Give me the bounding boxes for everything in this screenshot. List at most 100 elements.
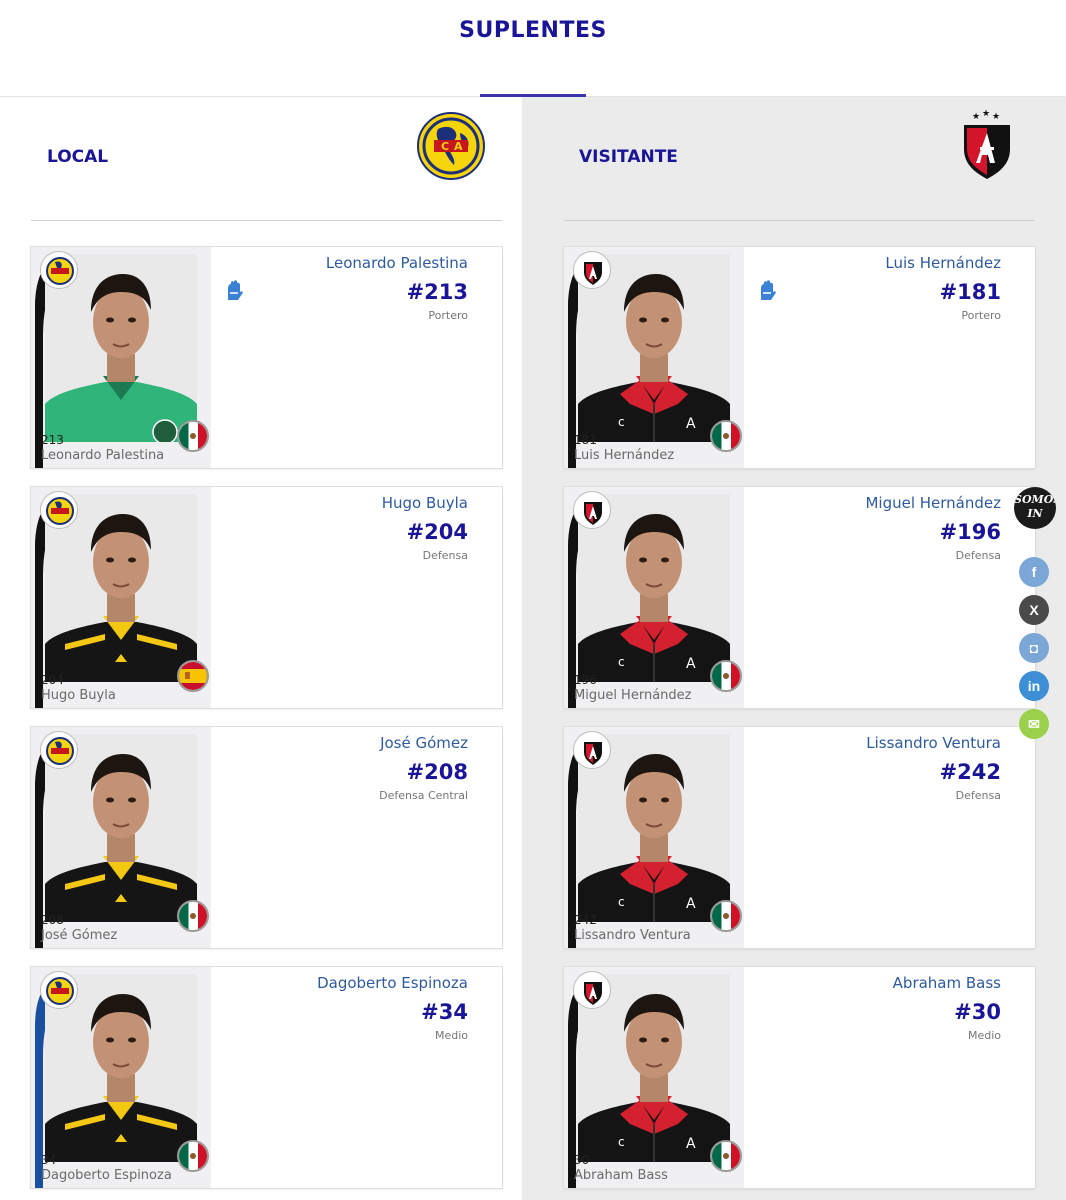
- mexico-flag-icon: [710, 660, 742, 692]
- svg-text:c: c: [618, 1135, 625, 1149]
- player-number: #242: [939, 760, 1001, 784]
- somos-in-logo[interactable]: SOMOSIN: [1014, 487, 1056, 529]
- svg-text:★: ★: [982, 109, 990, 119]
- sticker-number: 213: [41, 433, 64, 447]
- sticker-number: 204: [41, 673, 64, 687]
- local-divider: [31, 220, 502, 221]
- spain-flag-icon: [177, 660, 209, 692]
- player-info: Luis Hernández #181 Portero: [885, 253, 1001, 324]
- player-sticker: c A 242 Lissandro Ventura: [564, 727, 744, 948]
- player-card[interactable]: c A 242 Lissandro Ventura Lissandro Ventura #…: [564, 727, 1035, 948]
- player-card[interactable]: c A 181 Luis Hernández Luis Hernández #181 Por…: [564, 247, 1035, 468]
- player-position: Defensa: [955, 549, 1001, 562]
- player-name[interactable]: Dagoberto Espinoza: [317, 973, 468, 993]
- club-america-logo: C A: [416, 111, 486, 181]
- player-card[interactable]: 34 Dagoberto Espinoza Dagoberto Espinoza #3…: [31, 967, 502, 1188]
- player-number: #181: [939, 280, 1001, 304]
- atlas-badge-icon: [573, 971, 611, 1009]
- instagram-icon[interactable]: ◘: [1019, 633, 1049, 663]
- player-sticker: 204 Hugo Buyla: [31, 487, 211, 708]
- svg-text:A: A: [686, 416, 696, 432]
- player-info: Leonardo Palestina #213 Portero: [326, 253, 468, 324]
- player-info: Dagoberto Espinoza #34 Medio: [317, 973, 468, 1044]
- player-info: Abraham Bass #30 Medio: [893, 973, 1001, 1044]
- player-position: Medio: [434, 1029, 468, 1042]
- sticker-name: Miguel Hernández: [574, 688, 692, 703]
- player-info: Miguel Hernández #196 Defensa: [865, 493, 1001, 564]
- local-label: LOCAL: [47, 147, 109, 167]
- mexico-flag-icon: [177, 420, 209, 452]
- club-america-badge-icon: [40, 251, 78, 289]
- player-position: Medio: [967, 1029, 1001, 1042]
- player-name[interactable]: José Gómez: [379, 733, 468, 753]
- mexico-flag-icon: [710, 420, 742, 452]
- sticker-name: Leonardo Palestina: [41, 448, 165, 463]
- svg-text:A: A: [686, 896, 696, 912]
- player-name[interactable]: Lissandro Ventura: [866, 733, 1001, 753]
- somos-in-text-2: IN: [1027, 507, 1043, 520]
- svg-text:★: ★: [992, 112, 1000, 122]
- linkedin-icon[interactable]: in: [1019, 671, 1049, 701]
- visitante-column: VISITANTE ★ ★ ★ c A 181 Luis Hernández Luis …: [522, 97, 1066, 1200]
- email-icon[interactable]: ✉: [1019, 709, 1049, 739]
- player-sticker: 34 Dagoberto Espinoza: [31, 967, 211, 1188]
- atlas-badge-icon: [573, 491, 611, 529]
- sticker-name: Hugo Buyla: [41, 688, 116, 703]
- player-card[interactable]: 213 Leonardo Palestina Leonardo Palestina #…: [31, 247, 502, 468]
- mexico-flag-icon: [710, 1140, 742, 1172]
- glove-icon: [224, 280, 244, 302]
- local-column: LOCAL C A 213 Leonardo Palestina Leonardo …: [0, 97, 522, 1200]
- section-title: SUPLENTES: [459, 18, 607, 43]
- player-name[interactable]: Leonardo Palestina: [326, 253, 468, 273]
- x-icon[interactable]: X: [1019, 595, 1049, 625]
- player-number: #213: [406, 280, 468, 304]
- player-name[interactable]: Hugo Buyla: [382, 493, 468, 513]
- player-card[interactable]: c A 196 Miguel Hernández Miguel Hernández #19…: [564, 487, 1035, 708]
- club-america-badge-icon: [40, 971, 78, 1009]
- player-position: Portero: [961, 309, 1001, 322]
- visitante-header: VISITANTE ★ ★ ★: [522, 97, 1066, 221]
- player-position: Defensa: [422, 549, 468, 562]
- player-card[interactable]: 208 José Gómez José Gómez #208 Defensa Centr…: [31, 727, 502, 948]
- atlas-badge-icon: [573, 251, 611, 289]
- mexico-flag-icon: [177, 900, 209, 932]
- player-info: Hugo Buyla #204 Defensa: [382, 493, 468, 564]
- atlas-badge-icon: [573, 731, 611, 769]
- mexico-flag-icon: [710, 900, 742, 932]
- sticker-name: Dagoberto Espinoza: [41, 1168, 172, 1183]
- player-number: #208: [406, 760, 468, 784]
- player-name[interactable]: Abraham Bass: [893, 973, 1001, 993]
- player-sticker: c A 30 Abraham Bass: [564, 967, 744, 1188]
- sticker-number: 242: [574, 913, 597, 927]
- player-number: #204: [406, 520, 468, 544]
- player-name[interactable]: Miguel Hernández: [865, 493, 1001, 513]
- player-info: Lissandro Ventura #242 Defensa: [866, 733, 1001, 804]
- svg-text:A: A: [686, 656, 696, 672]
- player-number: #30: [954, 1000, 1001, 1024]
- svg-text:c: c: [618, 655, 625, 669]
- sticker-number: 181: [574, 433, 597, 447]
- svg-text:c: c: [618, 415, 625, 429]
- svg-text:C: C: [441, 140, 449, 153]
- sticker-number: 34: [41, 1153, 57, 1167]
- player-sticker: 213 Leonardo Palestina: [31, 247, 211, 468]
- player-position: Portero: [428, 309, 468, 322]
- club-america-badge-icon: [40, 731, 78, 769]
- player-sticker: 208 José Gómez: [31, 727, 211, 948]
- player-card[interactable]: 204 Hugo Buyla Hugo Buyla #204 Defensa: [31, 487, 502, 708]
- player-sticker: c A 196 Miguel Hernández: [564, 487, 744, 708]
- social-share-bar: SOMOSIN fX ◘ in ✉: [1011, 487, 1057, 747]
- sticker-number: 30: [574, 1153, 590, 1167]
- player-info: José Gómez #208 Defensa Central: [379, 733, 468, 804]
- sticker-name: Abraham Bass: [574, 1168, 668, 1183]
- player-name[interactable]: Luis Hernández: [885, 253, 1001, 273]
- sticker-number: 196: [574, 673, 597, 687]
- player-number: #34: [421, 1000, 468, 1024]
- facebook-icon[interactable]: f: [1019, 557, 1049, 587]
- sticker-number: 208: [41, 913, 64, 927]
- local-header: LOCAL C A: [0, 97, 522, 221]
- player-card[interactable]: c A 30 Abraham Bass Abraham Bass #30 Medio: [564, 967, 1035, 1188]
- visitante-label: VISITANTE: [579, 147, 678, 167]
- sticker-name: Lissandro Ventura: [574, 928, 691, 943]
- atlas-logo: ★ ★ ★: [960, 109, 1014, 181]
